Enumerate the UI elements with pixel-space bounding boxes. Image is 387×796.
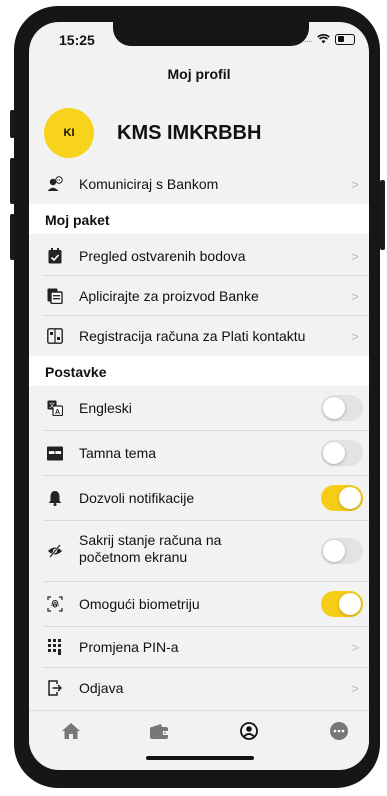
wallet-icon bbox=[150, 723, 168, 739]
status-icons: .... bbox=[304, 33, 355, 45]
setting-dark-theme: Tamna tema bbox=[29, 431, 369, 475]
svg-text:A: A bbox=[55, 409, 60, 416]
setting-english-label: Engleski bbox=[79, 400, 132, 416]
translate-icon: A文 bbox=[47, 400, 63, 416]
fingerprint-icon bbox=[47, 596, 63, 612]
contact-bank-label: Komuniciraj s Bankom bbox=[79, 176, 219, 192]
section-title-package: Moj paket bbox=[45, 212, 110, 228]
avatar: KI bbox=[44, 108, 94, 158]
app-screen: 15:25 .... Moj profil KI KMS IMKRBBH Kom… bbox=[29, 22, 369, 770]
logout-item[interactable]: Odjava > bbox=[29, 668, 369, 708]
tab-profile[interactable] bbox=[239, 721, 259, 741]
chevron-right-icon: > bbox=[351, 328, 359, 344]
setting-biometrics-label: Omogući biometriju bbox=[79, 596, 200, 612]
tab-bar bbox=[29, 710, 369, 753]
points-overview-label: Pregled ostvarenih bodova bbox=[79, 248, 246, 264]
toggle-knob bbox=[339, 487, 361, 509]
home-icon bbox=[62, 723, 80, 739]
section-title-settings: Postavke bbox=[45, 364, 107, 380]
apply-product-item[interactable]: Aplicirajte za proizvod Banke > bbox=[29, 276, 369, 316]
toggle-knob bbox=[339, 593, 361, 615]
apply-product-label: Aplicirajte za proizvod Banke bbox=[79, 288, 259, 304]
setting-notifications: Dozvoli notifikacije bbox=[29, 476, 369, 520]
setting-hide-balance-label-line2: početnom ekranu bbox=[79, 549, 188, 565]
tab-more[interactable] bbox=[329, 721, 349, 741]
setting-english: A文 Engleski bbox=[29, 386, 369, 430]
battery-icon bbox=[335, 33, 355, 45]
chevron-right-icon: > bbox=[351, 176, 359, 192]
toggle-knob bbox=[323, 442, 345, 464]
chevron-right-icon: > bbox=[351, 248, 359, 264]
chevron-right-icon: > bbox=[351, 639, 359, 655]
chevron-right-icon: > bbox=[351, 680, 359, 696]
section-header-package: Moj paket bbox=[29, 204, 369, 234]
status-bar: 15:25 .... bbox=[29, 22, 369, 56]
eye-off-icon bbox=[47, 543, 63, 559]
profile-header: KI KMS IMKRBBH bbox=[29, 108, 369, 160]
bell-icon bbox=[47, 490, 63, 506]
avatar-initials: KI bbox=[63, 127, 75, 139]
tab-home[interactable] bbox=[61, 721, 81, 741]
toggle-knob bbox=[323, 540, 345, 562]
mute-switch bbox=[10, 110, 15, 138]
contact-registration-icon bbox=[47, 328, 63, 344]
setting-notifications-label: Dozvoli notifikacije bbox=[79, 490, 195, 506]
home-indicator bbox=[146, 756, 254, 760]
biometrics-toggle[interactable] bbox=[321, 591, 363, 617]
pin-keypad-icon bbox=[47, 639, 63, 655]
logout-icon bbox=[47, 680, 63, 696]
volume-down-button bbox=[10, 214, 15, 260]
notch bbox=[113, 22, 309, 46]
theme-icon bbox=[47, 445, 63, 461]
setting-hide-balance: Sakrij stanje računa na početnom ekranu bbox=[29, 521, 369, 581]
application-form-icon bbox=[47, 288, 63, 304]
change-pin-label: Promjena PIN-a bbox=[79, 639, 179, 655]
wifi-icon bbox=[317, 34, 330, 44]
change-pin-item[interactable]: Promjena PIN-a > bbox=[29, 627, 369, 667]
toggle-knob bbox=[323, 397, 345, 419]
setting-biometrics: Omogući biometriju bbox=[29, 582, 369, 626]
svg-text:文: 文 bbox=[49, 402, 55, 410]
hide-balance-toggle[interactable] bbox=[321, 538, 363, 564]
power-button bbox=[380, 180, 385, 250]
page-title: Moj profil bbox=[167, 66, 231, 82]
chevron-right-icon: > bbox=[351, 288, 359, 304]
logout-label: Odjava bbox=[79, 680, 124, 696]
tab-wallet[interactable] bbox=[149, 721, 169, 741]
more-icon bbox=[330, 722, 348, 740]
points-overview-item[interactable]: Pregled ostvarenih bodova > bbox=[29, 236, 369, 276]
status-time: 15:25 bbox=[59, 32, 95, 48]
signal-icon: .... bbox=[303, 33, 313, 45]
english-toggle[interactable] bbox=[321, 395, 363, 421]
profile-name: KMS IMKRBBH bbox=[117, 122, 262, 144]
setting-dark-theme-label: Tamna tema bbox=[79, 445, 157, 461]
chat-user-icon bbox=[47, 176, 63, 192]
profile-icon bbox=[240, 722, 258, 740]
dark-theme-toggle[interactable] bbox=[321, 440, 363, 466]
contact-registration-item[interactable]: Registracija računa za Plati kontaktu > bbox=[29, 316, 369, 356]
contact-bank-item[interactable]: Komuniciraj s Bankom > bbox=[29, 164, 369, 204]
notifications-toggle[interactable] bbox=[321, 485, 363, 511]
contact-registration-label: Registracija računa za Plati kontaktu bbox=[79, 328, 306, 344]
section-header-settings: Postavke bbox=[29, 356, 369, 386]
calendar-check-icon bbox=[47, 248, 63, 264]
setting-hide-balance-label-line1: Sakrij stanje računa na bbox=[79, 532, 222, 548]
volume-up-button bbox=[10, 158, 15, 204]
